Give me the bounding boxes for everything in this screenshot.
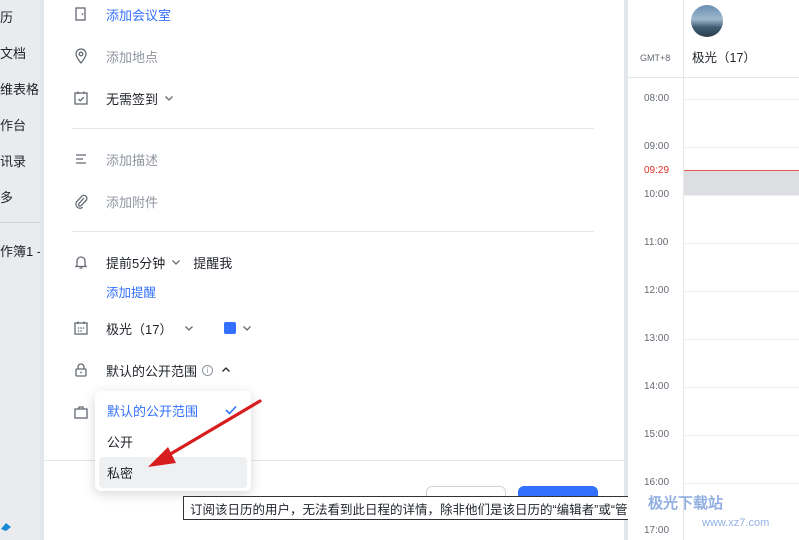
visibility-row[interactable]: 默认的公开范围 i <box>72 358 231 382</box>
description-row[interactable]: 添加描述 <box>72 147 158 171</box>
hour-gridline <box>683 483 799 484</box>
sidebar-item-workplace[interactable]: 作台 <box>0 115 26 134</box>
calendar-grid-icon <box>72 319 90 337</box>
option-label: 私密 <box>107 466 134 481</box>
reminder-time-select[interactable]: 提前5分钟 <box>106 253 165 272</box>
sidebar-divider <box>0 222 40 223</box>
visibility-select[interactable]: 默认的公开范围 <box>106 361 197 380</box>
annotation-arrow <box>148 399 262 467</box>
calendar-owner-name: 极光（17） <box>692 51 756 65</box>
hour-label: 16:00 <box>644 477 670 488</box>
add-room-row[interactable]: 添加会议室 <box>72 2 171 26</box>
hour-gridline <box>683 291 799 292</box>
time-column-divider <box>683 0 684 540</box>
avatar[interactable] <box>691 5 723 37</box>
sidebar-item-more[interactable]: 多 <box>0 187 13 206</box>
chevron-down-icon[interactable] <box>164 93 174 103</box>
hour-gridline <box>683 243 799 244</box>
text-lines-icon <box>72 150 90 168</box>
calendar-select[interactable]: 极光（17） <box>106 319 172 338</box>
app-logo-icon <box>1 523 11 531</box>
hour-label: 14:00 <box>644 381 670 392</box>
sidebar-item-contacts[interactable]: 讯录 <box>0 151 26 170</box>
description-input[interactable]: 添加描述 <box>106 150 158 169</box>
timezone-label: GMT+8 <box>640 53 671 63</box>
calendar-day-view: GMT+8 极光（17） 09:29 08:00 09:00 10:00 11:… <box>628 0 799 540</box>
reminder-target-label: 提醒我 <box>193 255 233 271</box>
chevron-down-icon[interactable] <box>171 257 181 267</box>
reminder-row: 提前5分钟 提醒我 <box>72 250 232 274</box>
sidebar-item-calendar[interactable]: 历 <box>0 7 13 26</box>
attachment-row[interactable]: 添加附件 <box>72 189 158 213</box>
hour-label: 10:00 <box>644 189 670 200</box>
site-watermark-url: www.xz7.com <box>702 517 770 529</box>
checkin-row[interactable]: 无需签到 <box>72 86 174 110</box>
add-location-input[interactable]: 添加地点 <box>106 47 158 66</box>
hour-label: 09:00 <box>644 141 670 152</box>
section-divider <box>72 231 594 232</box>
info-icon[interactable]: i <box>202 364 214 376</box>
hour-label: 17:00 <box>644 525 670 536</box>
lock-icon <box>72 361 90 379</box>
sidebar-item-sheets[interactable]: 维表格 <box>0 79 39 98</box>
calendar-header: GMT+8 极光（17） <box>628 0 799 78</box>
paperclip-icon <box>72 192 90 210</box>
add-reminder-link[interactable]: 添加提醒 <box>106 282 156 301</box>
add-room-link[interactable]: 添加会议室 <box>106 5 171 24</box>
sidebar-item-docs[interactable]: 文档 <box>0 43 26 62</box>
sidebar-item-workbook[interactable]: 作簿1 - <box>0 241 40 260</box>
chevron-up-icon[interactable] <box>221 365 231 375</box>
hour-label: 13:00 <box>644 333 670 344</box>
door-icon <box>72 5 90 23</box>
hour-label: 08:00 <box>644 93 670 104</box>
hour-label: 12:00 <box>644 285 670 296</box>
current-time-line <box>684 170 799 171</box>
hour-gridline <box>683 195 799 196</box>
chevron-down-icon[interactable] <box>184 323 194 333</box>
hour-gridline <box>683 339 799 340</box>
calendar-check-icon <box>72 89 90 107</box>
attachment-input[interactable]: 添加附件 <box>106 192 158 211</box>
briefcase-icon <box>72 403 90 421</box>
calendar-color-swatch[interactable] <box>224 322 237 334</box>
checkin-select[interactable]: 无需签到 <box>106 89 158 108</box>
site-watermark: 极光下载站 <box>648 495 724 512</box>
hour-gridline <box>683 147 799 148</box>
section-divider <box>72 128 594 129</box>
busy-block[interactable] <box>684 170 799 195</box>
current-time-label: 09:29 <box>644 165 670 176</box>
hour-gridline <box>683 387 799 388</box>
chevron-down-icon[interactable] <box>242 323 252 333</box>
app-sidebar: 历 文档 维表格 作台 讯录 多 作簿1 - <box>0 0 40 540</box>
hour-label: 11:00 <box>644 237 669 248</box>
hour-gridline <box>683 99 799 100</box>
hour-label: 15:00 <box>644 429 670 440</box>
add-location-row[interactable]: 添加地点 <box>72 44 158 68</box>
option-label: 公开 <box>107 435 134 450</box>
location-pin-icon <box>72 47 90 65</box>
bell-icon <box>72 253 90 271</box>
tooltip-text: 订阅该日历的用户，无法看到此日程的详情，除非他们是该日历的“编辑者”或“管理员”… <box>190 502 670 517</box>
hour-gridline <box>683 435 799 436</box>
calendar-row: 极光（17） <box>72 316 252 340</box>
